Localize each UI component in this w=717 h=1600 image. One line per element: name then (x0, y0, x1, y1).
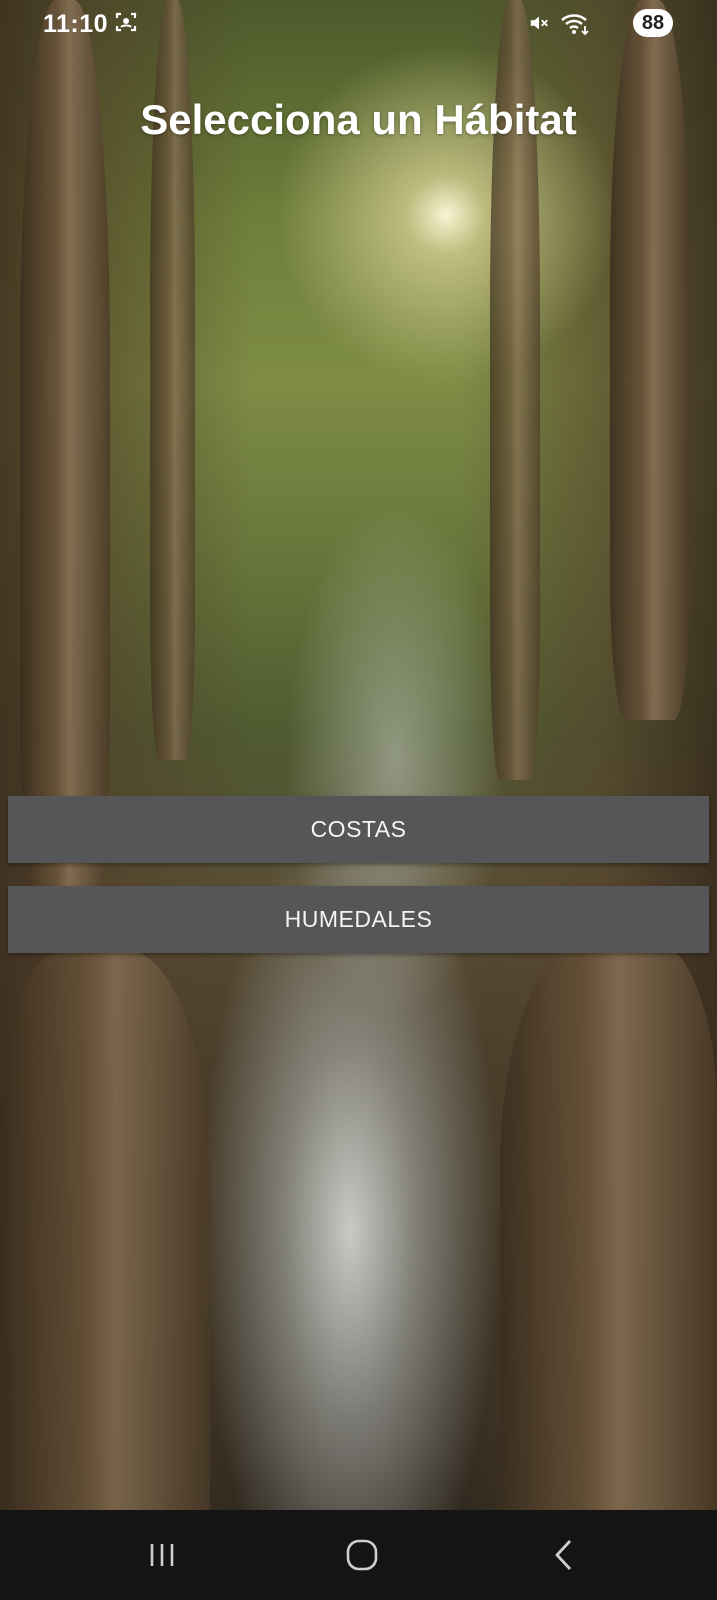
mute-icon (528, 12, 550, 39)
face-scan-icon (114, 10, 138, 39)
recent-apps-icon (150, 1544, 174, 1566)
page-title: Selecciona un Hábitat (140, 96, 577, 143)
status-bar: 11:10 88 (0, 0, 717, 48)
battery-icon: 88 (633, 9, 673, 37)
navigation-bar (0, 1510, 717, 1600)
costas-button[interactable]: COSTAS (8, 796, 709, 863)
humedales-button[interactable]: HUMEDALES (8, 886, 709, 953)
wifi-icon (560, 12, 590, 41)
recent-apps-button[interactable] (132, 1532, 192, 1578)
home-button[interactable] (332, 1532, 392, 1578)
tree-roots (0, 950, 210, 1510)
habitat-selection-screen: 11:10 88 Selecciona un Hábitat COSTAS HU… (0, 0, 717, 1600)
back-icon (555, 1540, 572, 1570)
back-button[interactable] (534, 1532, 594, 1578)
tree-roots (500, 940, 717, 1510)
home-icon (346, 1539, 378, 1571)
status-time: 11:10 (43, 10, 109, 38)
